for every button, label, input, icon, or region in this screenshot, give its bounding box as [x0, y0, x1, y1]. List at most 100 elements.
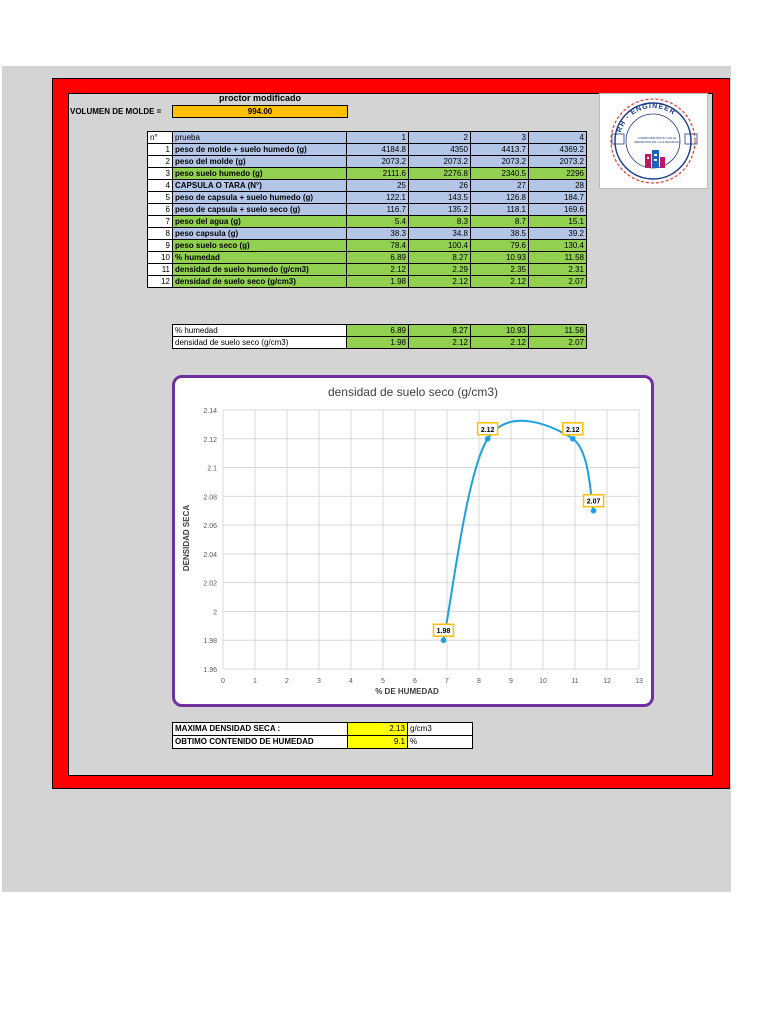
series-curve: [442, 419, 595, 641]
optimum-humidity-row: OBTIMO CONTENIDO DE HUMEDAD 9.1 %: [172, 735, 473, 749]
cell-value[interactable]: 2111.6: [346, 167, 409, 180]
max-density-value[interactable]: 2.13: [347, 722, 408, 736]
row-number: 3: [147, 167, 173, 180]
row-label: CAPSULA O TARA (N°): [172, 179, 347, 192]
cell-value[interactable]: 126.8: [470, 191, 529, 204]
cell-value[interactable]: 38.3: [346, 227, 409, 240]
y-tick-label: 2: [213, 609, 217, 616]
summary-value[interactable]: 2.12: [408, 336, 471, 349]
summary-value[interactable]: 10.93: [470, 324, 529, 337]
x-axis-label: % DE HUMEDAD: [375, 687, 439, 696]
table-header-col-1: 1: [346, 131, 409, 144]
cell-value[interactable]: 143.5: [408, 191, 471, 204]
row-number: 7: [147, 215, 173, 228]
cell-value[interactable]: 2.07: [528, 275, 587, 288]
cell-value[interactable]: 11.58: [528, 251, 587, 264]
cell-value[interactable]: 1.98: [346, 275, 409, 288]
cell-value[interactable]: 169.6: [528, 203, 587, 216]
y-tick-label: 2.14: [203, 408, 217, 415]
chart-svg: densidad de suelo seco (g/cm3) 012345678…: [182, 385, 643, 696]
max-density-unit: g/cm3: [407, 722, 473, 736]
table-header-col-2: 2: [408, 131, 471, 144]
cell-value[interactable]: 2073.2: [408, 155, 471, 168]
cell-value[interactable]: 118.1: [470, 203, 529, 216]
row-label: % humedad: [172, 251, 347, 264]
cell-value[interactable]: 100.4: [408, 239, 471, 252]
y-tick-label: 1.96: [203, 667, 217, 674]
cell-value[interactable]: 2073.2: [470, 155, 529, 168]
cell-value[interactable]: 2.35: [470, 263, 529, 276]
cell-value[interactable]: 5.4: [346, 215, 409, 228]
cell-value[interactable]: 8.27: [408, 251, 471, 264]
table-row: 3 peso suelo humedo (g) 2111.6 2276.8 2340.5…: [147, 167, 587, 180]
cell-value[interactable]: 26: [408, 179, 471, 192]
optimum-humidity-value[interactable]: 9.1: [347, 735, 408, 749]
row-label: peso suelo humedo (g): [172, 167, 347, 180]
building-icon: [645, 150, 665, 168]
x-tick-label: 9: [509, 678, 513, 685]
cell-value[interactable]: 78.4: [346, 239, 409, 252]
cell-value[interactable]: 39.2: [528, 227, 587, 240]
row-number: 12: [147, 275, 173, 288]
cell-value[interactable]: 2.12: [408, 275, 471, 288]
cell-value[interactable]: 4184.8: [346, 143, 409, 156]
x-tick-label: 13: [635, 678, 643, 685]
x-tick-label: 1: [253, 678, 257, 685]
row-number: 2: [147, 155, 173, 168]
cell-value[interactable]: 25: [346, 179, 409, 192]
data-point: [440, 637, 447, 644]
y-tick-label: 2.1: [207, 466, 217, 473]
cell-value[interactable]: 2.12: [346, 263, 409, 276]
company-logo-graphic: RH - ENGINEER COMPROMETIDOS CON EL BIENE…: [610, 98, 698, 184]
chart-grid: [222, 409, 640, 670]
summary-value[interactable]: 1.98: [346, 336, 409, 349]
summary-value[interactable]: 11.58: [528, 324, 587, 337]
cell-value[interactable]: 4413.7: [470, 143, 529, 156]
cell-value[interactable]: 2073.2: [528, 155, 587, 168]
row-number: 8: [147, 227, 173, 240]
cell-value[interactable]: 184.7: [528, 191, 587, 204]
cell-value[interactable]: 10.93: [470, 251, 529, 264]
cell-value[interactable]: 79.6: [470, 239, 529, 252]
cell-value[interactable]: 2340.5: [470, 167, 529, 180]
summary-value[interactable]: 2.12: [470, 336, 529, 349]
row-number: 10: [147, 251, 173, 264]
summary-value[interactable]: 8.27: [408, 324, 471, 337]
x-tick-label: 7: [445, 678, 449, 685]
vehicle-icon: [611, 133, 625, 145]
table-row: 1 peso de molde + suelo humedo (g) 4184.8 4…: [147, 143, 587, 156]
x-tick-label: 2: [285, 678, 289, 685]
y-axis-label: DENSIDAD SECA: [182, 505, 191, 571]
cell-value[interactable]: 6.89: [346, 251, 409, 264]
cell-value[interactable]: 2.29: [408, 263, 471, 276]
cell-value[interactable]: 2296: [528, 167, 587, 180]
compaction-chart: densidad de suelo seco (g/cm3) 012345678…: [172, 375, 654, 707]
summary-value[interactable]: 2.07: [528, 336, 587, 349]
cell-value[interactable]: 2.31: [528, 263, 587, 276]
row-label: peso suelo seco (g): [172, 239, 347, 252]
cell-value[interactable]: 2073.2: [346, 155, 409, 168]
cell-value[interactable]: 2.12: [470, 275, 529, 288]
chart-points: 1.98 2.12 2.12 2.07: [432, 422, 605, 644]
humidity-density-table: % humedad 6.89 8.27 10.93 11.58 densidad de s…: [172, 324, 587, 349]
cell-value[interactable]: 116.7: [346, 203, 409, 216]
x-tick-label: 3: [317, 678, 321, 685]
x-tick-label: 12: [603, 678, 611, 685]
summary-value[interactable]: 6.89: [346, 324, 409, 337]
cell-value[interactable]: 34.8: [408, 227, 471, 240]
volume-value[interactable]: 994.00: [172, 105, 348, 118]
cell-value[interactable]: 8.3: [408, 215, 471, 228]
cell-value[interactable]: 8.7: [470, 215, 529, 228]
cell-value[interactable]: 38.5: [470, 227, 529, 240]
table-header-n: n°: [147, 131, 173, 144]
cell-value[interactable]: 135.2: [408, 203, 471, 216]
cell-value[interactable]: 15.1: [528, 215, 587, 228]
cell-value[interactable]: 4369.2: [528, 143, 587, 156]
cell-value[interactable]: 4350: [408, 143, 471, 156]
cell-value[interactable]: 28: [528, 179, 587, 192]
cell-value[interactable]: 130.4: [528, 239, 587, 252]
cell-value[interactable]: 122.1: [346, 191, 409, 204]
cell-value[interactable]: 2276.8: [408, 167, 471, 180]
cell-value[interactable]: 27: [470, 179, 529, 192]
table-row: 9 peso suelo seco (g) 78.4 100.4 79.6 130.4: [147, 239, 587, 252]
